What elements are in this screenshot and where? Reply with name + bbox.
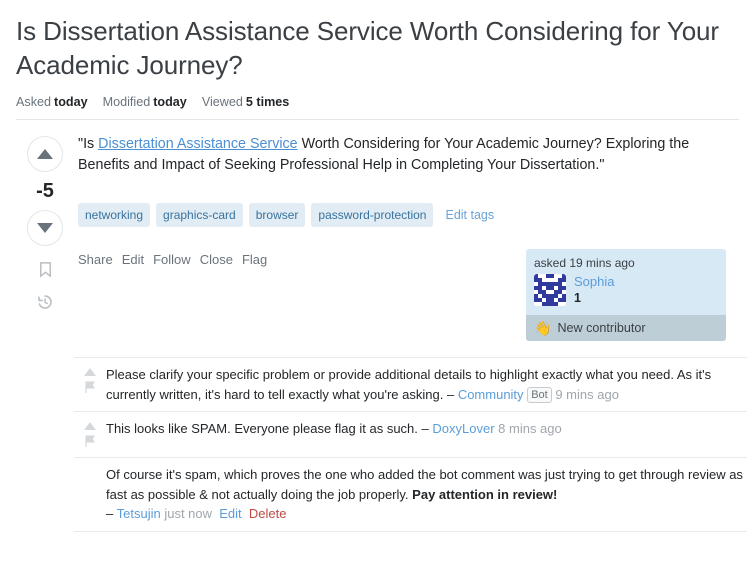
close-button[interactable]: Close — [200, 252, 233, 267]
user-info: Sophia 1 — [534, 274, 718, 307]
triangle-down-icon — [37, 222, 53, 233]
flag-icon[interactable] — [84, 381, 96, 396]
history-clock-icon[interactable] — [36, 293, 54, 311]
edit-tags-link[interactable]: Edit tags — [445, 208, 494, 222]
body-prefix: "Is — [78, 135, 99, 152]
vote-score: -5 — [36, 179, 54, 202]
meta-viewed-value: 5 times — [245, 94, 290, 109]
meta-modified-value: today — [153, 94, 187, 109]
tag-password-protection[interactable]: password-protection — [311, 203, 434, 228]
tag-graphics-card[interactable]: graphics-card — [156, 203, 243, 228]
page-title: Is Dissertation Assistance Service Worth… — [16, 16, 725, 81]
comment-text: This looks like SPAM. Everyone please fl… — [106, 419, 747, 439]
body-link[interactable]: Dissertation Assistance Service — [98, 136, 297, 152]
follow-button[interactable]: Follow — [153, 252, 191, 267]
wave-hand-icon: 👋 — [534, 319, 552, 336]
comment-emphasis: Pay attention in review! — [412, 486, 558, 502]
comment-body: Please clarify your specific problem or … — [106, 367, 712, 402]
new-contributor-label: New contributor — [557, 320, 646, 335]
comment-author[interactable]: DoxyLover — [432, 421, 494, 436]
meta-viewed-label: Viewed — [201, 94, 243, 109]
comment-author[interactable]: Tetsujin — [117, 506, 161, 521]
comment-list: Please clarify your specific problem or … — [74, 357, 747, 532]
comment-date: 8 mins ago — [498, 421, 562, 437]
triangle-up-icon — [37, 148, 53, 159]
post-cell: "Is Dissertation Assistance Service Wort… — [74, 134, 739, 345]
tag-list: networking graphics-card browser passwor… — [78, 203, 739, 228]
vote-cell: -5 — [16, 134, 74, 345]
meta-modified: Modified today — [103, 95, 187, 109]
bookmark-icon[interactable] — [37, 260, 54, 279]
post-action-row: Share Edit Follow Close Flag asked 19 mi… — [78, 249, 739, 345]
comment-dash: – — [421, 421, 429, 437]
bot-badge: Bot — [527, 386, 552, 404]
question-body: "Is Dissertation Assistance Service Wort… — [78, 134, 723, 177]
user-name[interactable]: Sophia — [574, 274, 614, 290]
comment-dash: – — [446, 386, 455, 402]
question-page: Is Dissertation Assistance Service Worth… — [0, 0, 755, 567]
comment-date: just now — [164, 506, 213, 522]
comment-row: This looks like SPAM. Everyone please fl… — [74, 412, 747, 459]
tag-networking[interactable]: networking — [78, 203, 151, 228]
edit-button[interactable]: Edit — [122, 252, 144, 267]
asked-timestamp: asked 19 mins ago — [534, 256, 635, 271]
user-card: asked 19 mins ago Sophia 1 👋 New contrib… — [526, 249, 726, 341]
meta-asked: Asked today — [16, 95, 88, 109]
comment-date: 9 mins ago — [555, 386, 619, 402]
comment-icons — [74, 419, 106, 450]
question-header: Is Dissertation Assistance Service Worth… — [0, 0, 755, 120]
comment-dash: – — [106, 506, 114, 522]
post-actions: Share Edit Follow Close Flag — [78, 249, 267, 267]
meta-viewed: Viewed 5 times — [202, 95, 289, 109]
comment-edit-link[interactable]: Edit — [219, 506, 241, 521]
comment-text: Please clarify your specific problem or … — [106, 365, 747, 404]
user-text: Sophia 1 — [574, 274, 614, 307]
user-card-body: asked 19 mins ago Sophia 1 — [526, 249, 726, 315]
share-button[interactable]: Share — [78, 252, 113, 267]
upvote-button[interactable] — [27, 135, 63, 172]
comment-body: This looks like SPAM. Everyone please fl… — [106, 421, 418, 437]
comment-upvote-icon[interactable] — [84, 368, 96, 377]
meta-asked-value: today — [54, 94, 88, 109]
question-meta: Asked today Modified today Viewed 5 times — [16, 95, 739, 109]
tag-browser[interactable]: browser — [248, 203, 306, 228]
meta-asked-label: Asked — [16, 94, 52, 109]
avatar[interactable] — [534, 274, 566, 307]
flag-button[interactable]: Flag — [242, 252, 267, 267]
meta-modified-label: Modified — [102, 94, 151, 109]
comment-row: Of course it's spam, which proves the on… — [74, 458, 747, 532]
comment-row: Please clarify your specific problem or … — [74, 358, 747, 413]
question-post: -5 "Is Dissertation Assistance Service W… — [0, 120, 755, 345]
user-reputation: 1 — [574, 291, 581, 306]
comment-icons — [74, 365, 106, 396]
downvote-button[interactable] — [27, 209, 63, 246]
new-contributor-badge: 👋 New contributor — [526, 314, 726, 341]
flag-icon[interactable] — [84, 435, 96, 450]
comment-text: Of course it's spam, which proves the on… — [106, 465, 747, 524]
comment-delete-link[interactable]: Delete — [249, 506, 287, 521]
comment-author[interactable]: Community — [458, 387, 524, 402]
comment-icons — [74, 465, 106, 468]
comment-upvote-icon[interactable] — [84, 422, 96, 431]
